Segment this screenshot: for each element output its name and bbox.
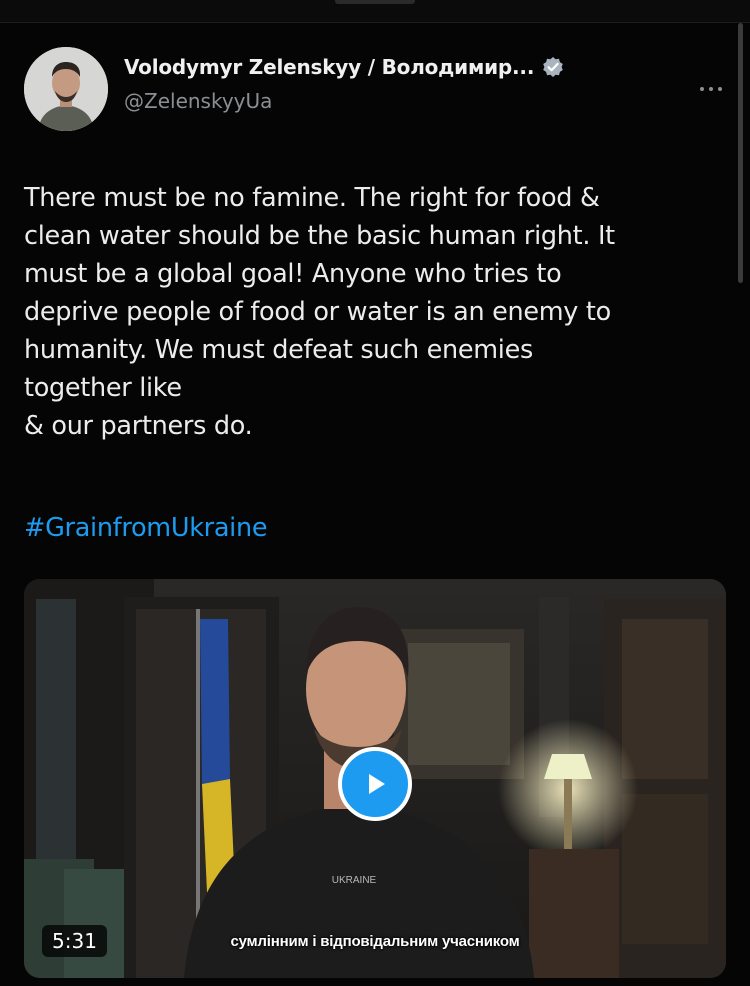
tweet-line: There must be no famine. The right for f… [24, 183, 600, 213]
tweet-line: clean water should be the basic human ri… [24, 221, 615, 251]
hashtag-link[interactable]: #GrainfromUkraine [24, 513, 268, 543]
video-duration: 5:31 [42, 925, 107, 957]
play-icon[interactable] [338, 747, 412, 821]
more-options-icon[interactable] [694, 79, 728, 99]
tweet-line-with-flag: together like [24, 369, 714, 407]
tweet-line: must be a global goal! Anyone who tries … [24, 259, 562, 289]
tweet-card[interactable]: Volodymyr Zelenskyy / Володимир... @Zele… [0, 22, 750, 986]
notch [335, 0, 415, 4]
scrollbar[interactable] [738, 23, 743, 283]
verified-badge-icon [542, 56, 564, 78]
avatar-image [24, 47, 108, 131]
tweet-line-part: together like [24, 373, 182, 403]
shirt-text: UKRAINE [332, 875, 377, 886]
top-status-sliver [0, 0, 750, 22]
video-subtitle: сумлінним і відповідальним учасником [230, 933, 520, 950]
tweet-line: humanity. We must defeat such enemies [24, 335, 533, 365]
video-player[interactable]: UKRAINE 5:31 сумлінним і відповідальним … [24, 579, 726, 978]
author-row: Volodymyr Zelenskyy / Володимир... [124, 55, 564, 79]
author-name[interactable]: Volodymyr Zelenskyy / Володимир... [124, 55, 534, 79]
avatar[interactable] [24, 47, 108, 131]
tweet-text: There must be no famine. The right for f… [24, 179, 714, 445]
author-handle[interactable]: @ZelenskyyUa [124, 89, 272, 113]
ukraine-flag-icon [194, 377, 228, 399]
tweet-line: deprive people of food or water is an en… [24, 297, 611, 327]
tweet-line-part: & our partners do. [24, 411, 253, 441]
